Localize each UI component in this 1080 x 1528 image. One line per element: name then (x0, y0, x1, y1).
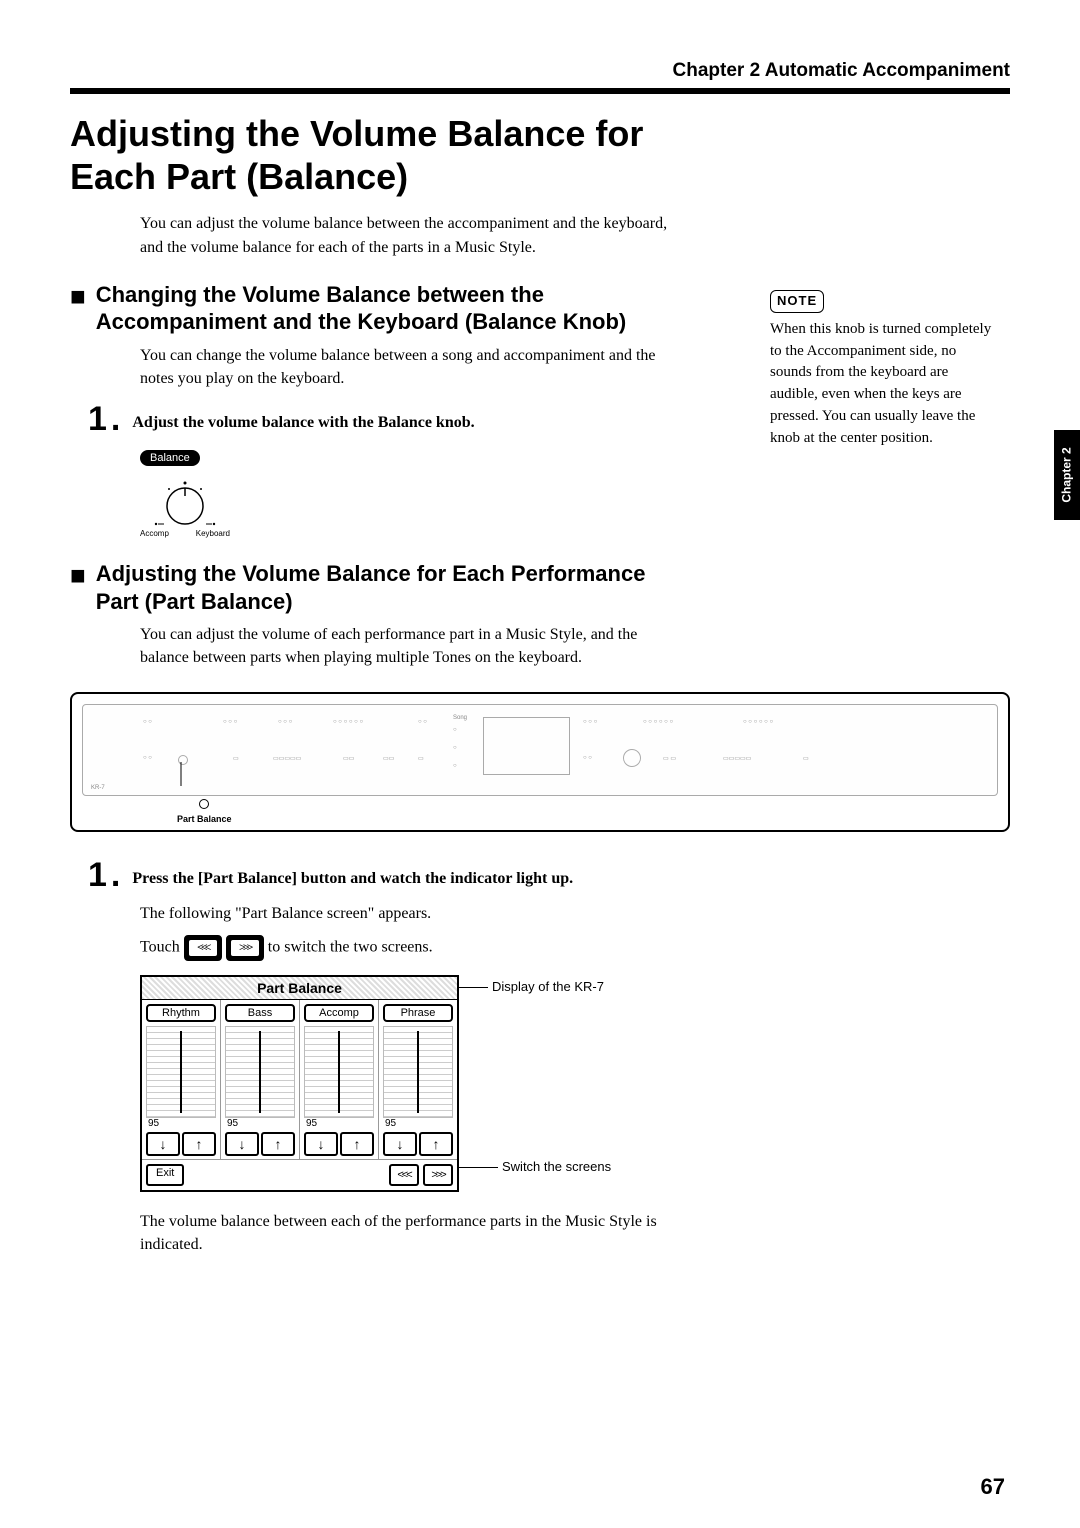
section2-paragraph: You can adjust the volume of each perfor… (140, 623, 690, 669)
volume-slider[interactable] (383, 1026, 453, 1118)
subheading-text: Changing the Volume Balance between the … (96, 281, 690, 336)
track-column: Phrase 95 ↓↑ (379, 1000, 457, 1159)
balance-knob-figure: Balance Accomp Keyboard (140, 448, 1010, 538)
touch-suffix: to switch the two screens. (268, 938, 433, 955)
step-number: 1 (88, 858, 107, 892)
side-note: NOTE When this knob is turned completely… (770, 290, 995, 449)
track-tab[interactable]: Rhythm (146, 1004, 216, 1022)
volume-value: 95 (379, 1118, 457, 1129)
volume-up-button[interactable]: ↑ (261, 1132, 295, 1156)
track-tab[interactable]: Bass (225, 1004, 295, 1022)
step-number: 1 (88, 402, 107, 436)
chevrons-left-icon: <<< (189, 940, 217, 956)
volume-slider[interactable] (146, 1026, 216, 1118)
section1-paragraph: You can change the volume balance betwee… (140, 344, 690, 390)
volume-slider[interactable] (304, 1026, 374, 1118)
next-screen-button[interactable]: >>> (226, 935, 264, 961)
volume-value: 95 (221, 1118, 299, 1129)
volume-down-button[interactable]: ↓ (383, 1132, 417, 1156)
chapter-side-tab: Chapter 2 (1054, 430, 1080, 520)
callout-dot-icon (199, 799, 209, 809)
knob-right-label: Keyboard (196, 529, 230, 538)
callout-line (171, 762, 191, 792)
track-tab[interactable]: Phrase (383, 1004, 453, 1022)
annotation-line (458, 1167, 498, 1168)
volume-down-button[interactable]: ↓ (225, 1132, 259, 1156)
step-dot: . (111, 858, 120, 892)
panel-callout: Part Balance (177, 796, 232, 824)
knob-left-label: Accomp (140, 529, 169, 538)
volume-down-button[interactable]: ↓ (304, 1132, 338, 1156)
exit-button[interactable]: Exit (146, 1164, 184, 1186)
touch-instruction: Touch <<< >>> to switch the two screens. (140, 935, 690, 961)
chapter-tab-label: Chapter 2 (1060, 447, 1074, 502)
step-instruction: Press the [Part Balance] button and watc… (132, 858, 573, 892)
subheading-part-balance: ■ Adjusting the Volume Balance for Each … (70, 560, 690, 615)
note-text: When this knob is turned completely to t… (770, 319, 995, 450)
panel-strip: KR-7 ○ ○ ○ ○ ○ ○ ○ ○ ○ ○ ○ ○ ○ ○ ○ ○ Son… (82, 704, 998, 796)
volume-up-button[interactable]: ↑ (419, 1132, 453, 1156)
square-bullet-icon: ■ (70, 562, 86, 617)
track-tab[interactable]: Accomp (304, 1004, 374, 1022)
chevrons-right-icon: >>> (231, 940, 259, 956)
part-balance-screen: Part Balance Rhythm95↓↑Bass95↓↑Accomp95↓… (140, 975, 459, 1192)
balance-knob-icon (140, 474, 230, 534)
touch-prefix: Touch (140, 938, 184, 955)
screen-next-button[interactable]: >>> (423, 1164, 453, 1186)
annotation-display: Display of the KR-7 (492, 979, 604, 994)
screen-title: Part Balance (142, 977, 457, 1000)
keyboard-panel-diagram: KR-7 ○ ○ ○ ○ ○ ○ ○ ○ ○ ○ ○ ○ ○ ○ ○ ○ Son… (70, 692, 1010, 832)
square-bullet-icon: ■ (70, 283, 86, 338)
chapter-header: Chapter 2 Automatic Accompaniment (70, 60, 1010, 94)
annotation-line (458, 987, 488, 988)
volume-value: 95 (300, 1118, 378, 1129)
page-number: 67 (981, 1474, 1005, 1500)
track-column: Accomp 95 ↓↑ (300, 1000, 379, 1159)
screen-prev-button[interactable]: <<< (389, 1164, 419, 1186)
track-column: Bass 95 ↓↑ (221, 1000, 300, 1159)
volume-up-button[interactable]: ↑ (340, 1132, 374, 1156)
subheading-balance-knob: ■ Changing the Volume Balance between th… (70, 281, 690, 336)
note-label: NOTE (770, 290, 824, 313)
track-column: Rhythm 95 ↓↑ (142, 1000, 221, 1159)
subheading-text: Adjusting the Volume Balance for Each Pe… (96, 560, 690, 615)
closing-paragraph: The volume balance between each of the p… (140, 1210, 690, 1256)
intro-paragraph: You can adjust the volume balance betwee… (140, 212, 690, 258)
volume-slider[interactable] (225, 1026, 295, 1118)
step-dot: . (111, 402, 120, 436)
model-label: KR-7 (91, 785, 105, 791)
screen-appears-text: The following "Part Balance screen" appe… (140, 902, 690, 925)
balance-badge: Balance (140, 450, 200, 466)
main-title: Adjusting the Volume Balance for Each Pa… (70, 112, 690, 198)
prev-screen-button[interactable]: <<< (184, 935, 222, 961)
callout-label: Part Balance (177, 814, 232, 824)
volume-up-button[interactable]: ↑ (182, 1132, 216, 1156)
volume-value: 95 (142, 1118, 220, 1129)
annotation-switch: Switch the screens (502, 1159, 611, 1174)
step-1-part-balance: 1 . Press the [Part Balance] button and … (88, 858, 1010, 892)
volume-down-button[interactable]: ↓ (146, 1132, 180, 1156)
step-instruction: Adjust the volume balance with the Balan… (132, 402, 474, 436)
